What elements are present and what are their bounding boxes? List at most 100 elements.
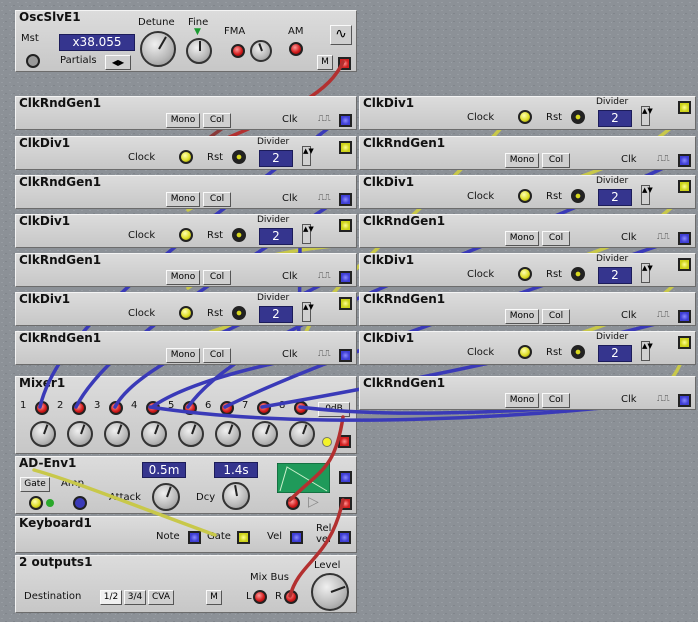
right-input-jack[interactable] xyxy=(284,590,298,604)
attack-display[interactable]: 0.5m xyxy=(142,462,186,478)
col-button[interactable]: Col xyxy=(542,231,570,246)
mixer-input-jack[interactable] xyxy=(257,401,271,415)
env-amp-out[interactable] xyxy=(339,471,352,484)
relvel-output[interactable] xyxy=(338,531,351,544)
gate-input-jack[interactable] xyxy=(29,496,43,510)
decay-display[interactable]: 1.4s xyxy=(214,462,258,478)
note-output[interactable] xyxy=(188,531,201,544)
mono-button[interactable]: Mono xyxy=(505,231,539,246)
rst-input-jack[interactable] xyxy=(571,345,585,359)
col-button[interactable]: Col xyxy=(203,192,231,207)
mixer-db-button[interactable]: 0dB xyxy=(318,402,350,417)
fine-knob[interactable] xyxy=(186,38,212,64)
env-output-jack[interactable] xyxy=(286,496,300,510)
col-button[interactable]: Col xyxy=(203,113,231,128)
divider-display[interactable]: 2 xyxy=(259,228,293,245)
keyboard-gate-output[interactable] xyxy=(237,531,250,544)
divider-spinner[interactable]: ▲▼ xyxy=(641,185,653,205)
divider-spinner[interactable]: ▲▼ xyxy=(302,224,314,244)
partials-stepper[interactable]: ◀▶ xyxy=(105,55,131,70)
mixer-input-jack[interactable] xyxy=(72,401,86,415)
clk-rnd-output[interactable] xyxy=(678,232,691,245)
col-button[interactable]: Col xyxy=(542,393,570,408)
attack-knob[interactable] xyxy=(152,483,180,511)
mono-button[interactable]: Mono xyxy=(505,153,539,168)
divider-spinner[interactable]: ▲▼ xyxy=(641,106,653,126)
divider-spinner[interactable]: ▲▼ xyxy=(302,146,314,166)
mono-button[interactable]: Mono xyxy=(166,192,200,207)
dest-1-2-button[interactable]: 1/2 xyxy=(100,590,122,605)
sine-wave-icon[interactable]: ∿ xyxy=(330,25,352,45)
am-input-jack[interactable] xyxy=(289,42,303,56)
clk-rnd-output[interactable] xyxy=(339,349,352,362)
clk-rnd-output[interactable] xyxy=(339,271,352,284)
divider-display[interactable]: 2 xyxy=(259,306,293,323)
mixer-level-knob[interactable] xyxy=(252,421,278,447)
divider-display[interactable]: 2 xyxy=(598,345,632,362)
env-audio-out[interactable] xyxy=(339,497,352,510)
mixer-level-knob[interactable] xyxy=(30,421,56,447)
clock-input-jack[interactable] xyxy=(179,150,193,164)
clk-div-output[interactable] xyxy=(678,101,691,114)
clk-rnd-output[interactable] xyxy=(678,154,691,167)
left-input-jack[interactable] xyxy=(253,590,267,604)
rst-input-jack[interactable] xyxy=(232,228,246,242)
clk-rnd-output[interactable] xyxy=(339,114,352,127)
col-button[interactable]: Col xyxy=(542,309,570,324)
gate-button[interactable]: Gate xyxy=(20,477,50,492)
mono-button[interactable]: Mono xyxy=(505,393,539,408)
osc-freq-display[interactable]: x38.055 xyxy=(59,34,135,51)
amp-input-jack[interactable] xyxy=(73,496,87,510)
mixer-level-knob[interactable] xyxy=(104,421,130,447)
mono-button[interactable]: Mono xyxy=(505,309,539,324)
rst-input-jack[interactable] xyxy=(232,150,246,164)
mixer-level-knob[interactable] xyxy=(67,421,93,447)
rst-input-jack[interactable] xyxy=(232,306,246,320)
mixer-input-jack[interactable] xyxy=(35,401,49,415)
mixer-output[interactable] xyxy=(338,435,351,448)
mixer-input-jack[interactable] xyxy=(294,401,308,415)
col-button[interactable]: Col xyxy=(203,270,231,285)
decay-knob[interactable] xyxy=(222,482,250,510)
clk-rnd-output[interactable] xyxy=(339,193,352,206)
mixer-input-jack[interactable] xyxy=(146,401,160,415)
clock-input-jack[interactable] xyxy=(518,110,532,124)
clock-input-jack[interactable] xyxy=(518,267,532,281)
fma-input-jack[interactable] xyxy=(231,44,245,58)
mixer-input-jack[interactable] xyxy=(183,401,197,415)
clock-input-jack[interactable] xyxy=(518,345,532,359)
mono-button[interactable]: Mono xyxy=(166,113,200,128)
clk-div-output[interactable] xyxy=(678,180,691,193)
rst-input-jack[interactable] xyxy=(571,189,585,203)
clk-div-output[interactable] xyxy=(678,336,691,349)
vel-output[interactable] xyxy=(290,531,303,544)
clock-input-jack[interactable] xyxy=(518,189,532,203)
col-button[interactable]: Col xyxy=(542,153,570,168)
detune-knob[interactable] xyxy=(140,31,176,67)
clk-rnd-output[interactable] xyxy=(678,394,691,407)
clk-div-output[interactable] xyxy=(339,219,352,232)
clk-rnd-output[interactable] xyxy=(678,310,691,323)
rst-input-jack[interactable] xyxy=(571,267,585,281)
mixer-level-knob[interactable] xyxy=(178,421,204,447)
osc-mute-button[interactable]: M xyxy=(317,55,333,70)
mixer-input-jack[interactable] xyxy=(109,401,123,415)
clock-input-jack[interactable] xyxy=(179,228,193,242)
fma-knob[interactable] xyxy=(250,40,272,62)
clk-div-output[interactable] xyxy=(339,141,352,154)
clk-div-output[interactable] xyxy=(339,297,352,310)
mst-input-jack[interactable] xyxy=(26,54,40,68)
divider-display[interactable]: 2 xyxy=(598,189,632,206)
divider-display[interactable]: 2 xyxy=(598,110,632,127)
dest-3-4-button[interactable]: 3/4 xyxy=(124,590,146,605)
rst-input-jack[interactable] xyxy=(571,110,585,124)
mixer-level-knob[interactable] xyxy=(289,421,315,447)
mixer-level-knob[interactable] xyxy=(215,421,241,447)
level-knob[interactable] xyxy=(311,573,349,611)
divider-spinner[interactable]: ▲▼ xyxy=(641,263,653,283)
mono-button[interactable]: Mono xyxy=(166,270,200,285)
mono-button[interactable]: Mono xyxy=(166,348,200,363)
clock-input-jack[interactable] xyxy=(179,306,193,320)
mixer-input-jack[interactable] xyxy=(220,401,234,415)
outputs-mute-button[interactable]: M xyxy=(206,590,222,605)
